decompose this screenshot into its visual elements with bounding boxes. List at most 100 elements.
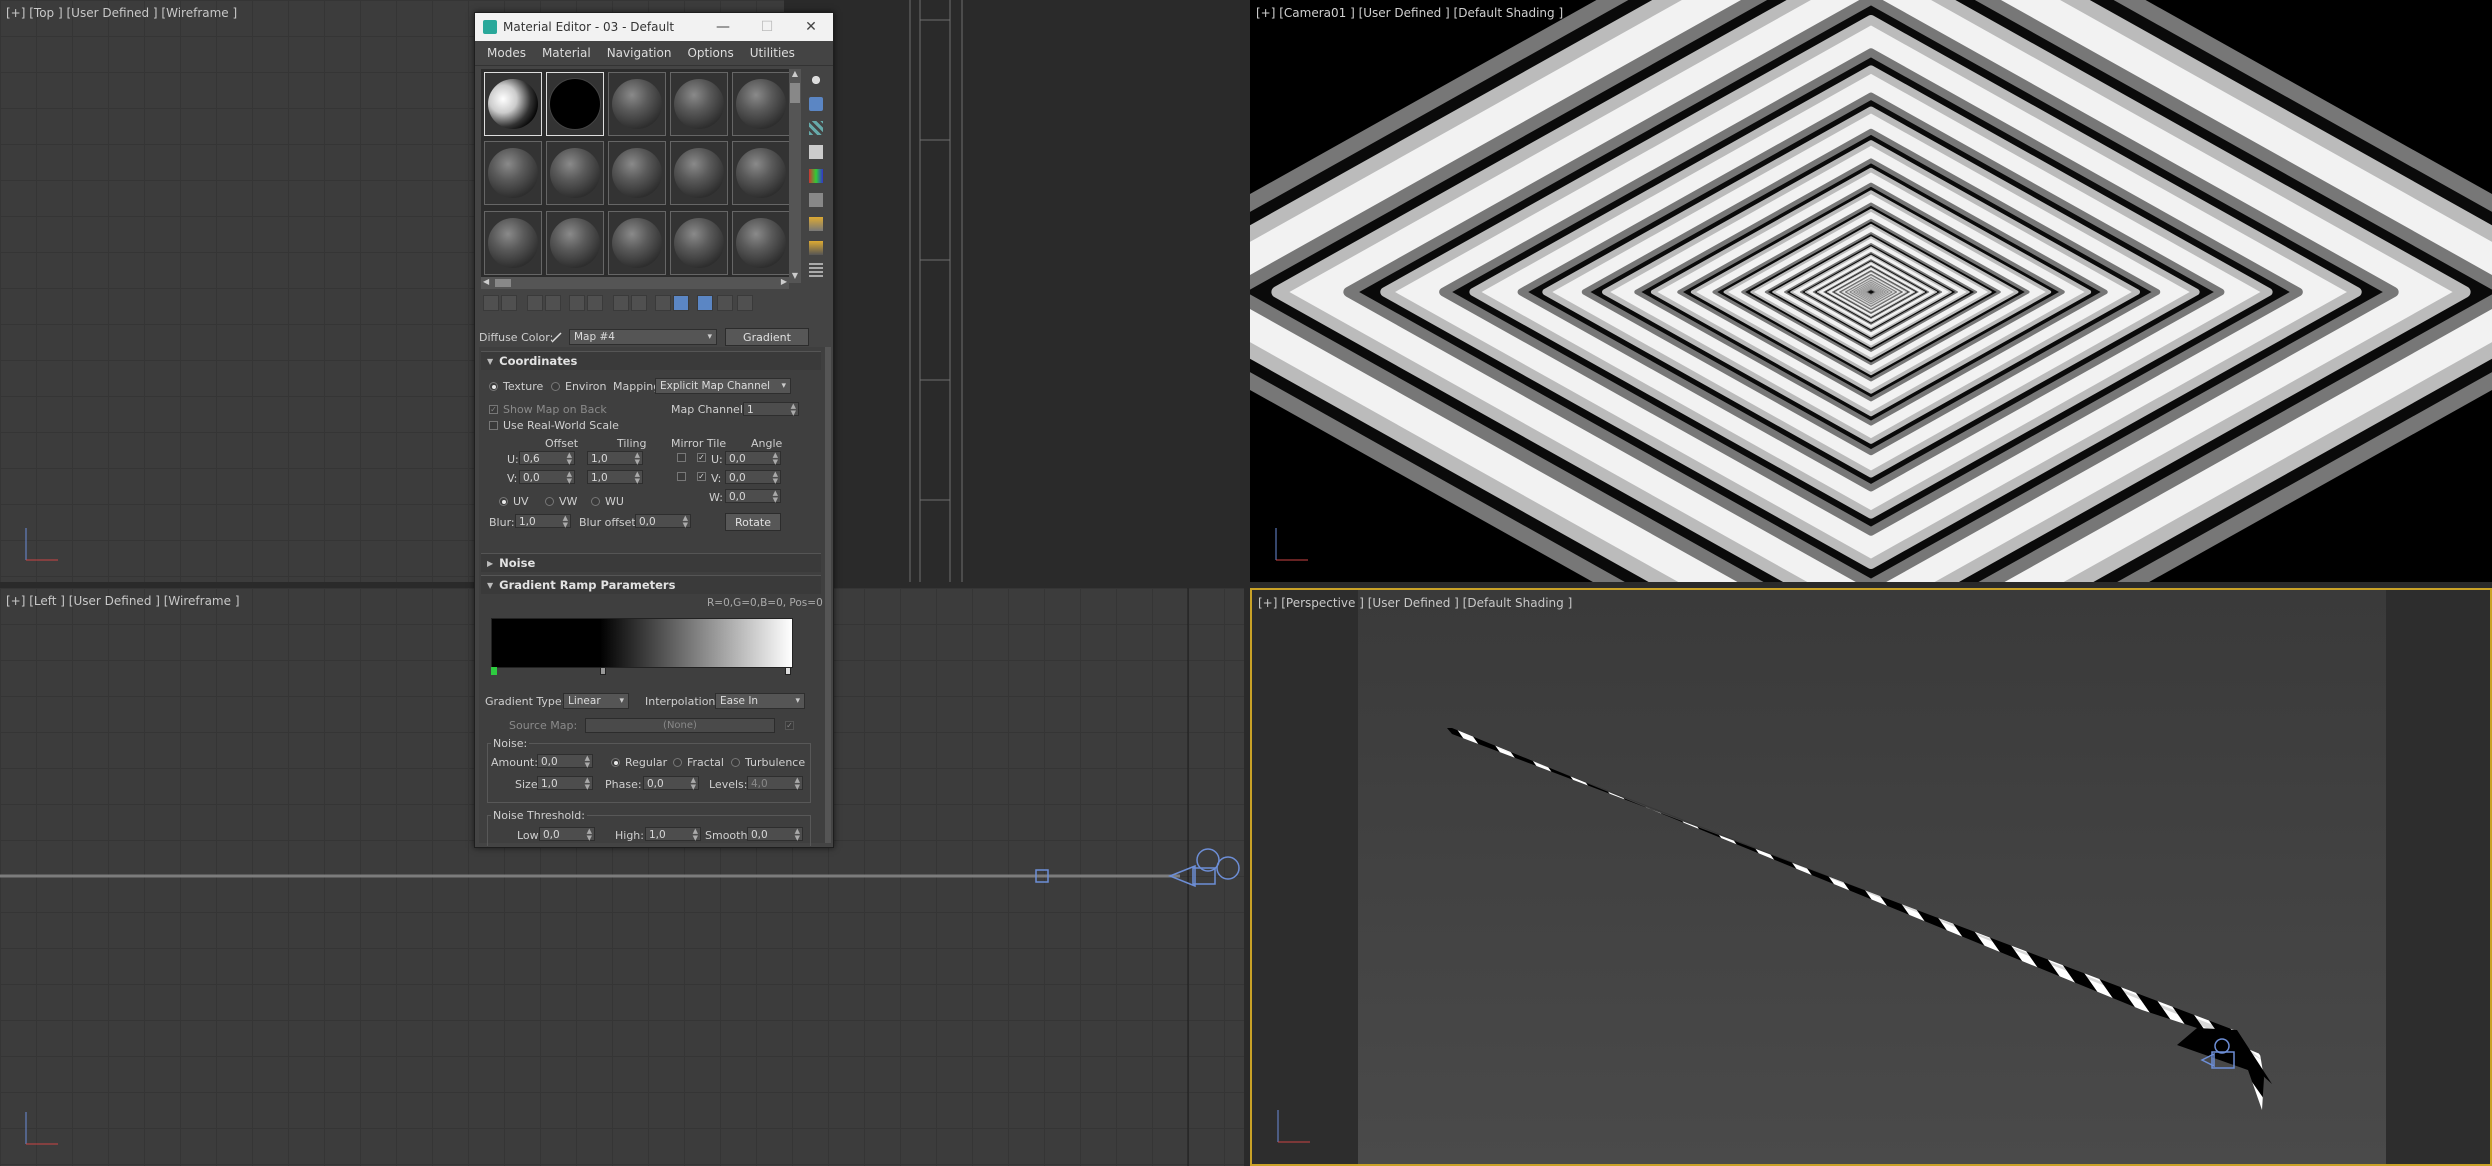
map-type-button[interactable]: Gradient Ramp — [725, 328, 809, 361]
reset-map-icon[interactable] — [545, 295, 561, 311]
w-angle-spinner[interactable]: 0,0 ▲ ▼ — [725, 489, 781, 504]
v-mirror-checkbox[interactable] — [677, 472, 686, 481]
material-id-icon[interactable] — [613, 295, 629, 311]
slots-hscroll[interactable]: ◀ ▶ — [481, 277, 789, 289]
turbulence-radio[interactable] — [731, 758, 740, 767]
scroll-up-icon[interactable]: ▲ — [789, 69, 801, 81]
source-map-checkbox[interactable]: ✓ — [785, 721, 794, 730]
sample-slot[interactable] — [608, 210, 666, 275]
noise-rollout-header[interactable]: ▶ Noise — [481, 553, 821, 572]
pick-material-icon[interactable] — [717, 295, 733, 311]
viewport-perspective-label[interactable]: [+] [Perspective ] [User Defined ] [Defa… — [1258, 596, 1572, 610]
gradient-type-dropdown[interactable]: Linear — [563, 693, 629, 709]
show-shaded-icon[interactable] — [631, 295, 647, 311]
sample-type-icon[interactable] — [809, 73, 823, 87]
levels-spinner[interactable]: 4,0 ▲ ▼ — [747, 776, 803, 791]
spinner-arrows-icon[interactable]: ▲ ▼ — [563, 515, 568, 529]
spinner-arrows-icon[interactable]: ▲ ▼ — [773, 452, 778, 466]
spinner-arrows-icon[interactable]: ▲ ▼ — [587, 828, 592, 842]
v-angle-spinner[interactable]: 0,0 ▲ ▼ — [725, 470, 781, 485]
spinner-arrows-icon[interactable]: ▲ ▼ — [773, 471, 778, 485]
sample-slot[interactable] — [670, 72, 728, 136]
amount-spinner[interactable]: 0,0 ▲ ▼ — [537, 754, 593, 769]
map-name-dropdown[interactable]: Map #4 — [569, 329, 717, 345]
close-icon[interactable]: ✕ — [789, 13, 833, 41]
map-channel-spinner[interactable]: 1 ▲ ▼ — [743, 402, 799, 417]
regular-radio[interactable] — [611, 758, 620, 767]
scroll-thumb[interactable] — [790, 83, 800, 103]
video-check-icon[interactable] — [809, 169, 823, 183]
sample-slot[interactable] — [484, 141, 542, 206]
sample-slot-1[interactable] — [484, 72, 542, 136]
gradient-ramp-rollout-header[interactable]: ▼ Gradient Ramp Parameters — [481, 575, 821, 594]
material-navigator-icon[interactable] — [809, 263, 823, 277]
v-tile-checkbox[interactable]: ✓ — [697, 472, 706, 481]
get-material-icon[interactable] — [483, 295, 499, 311]
high-spinner[interactable]: 1,0 ▲ ▼ — [645, 827, 701, 842]
menu-options[interactable]: Options — [679, 46, 741, 60]
texture-radio[interactable] — [489, 382, 498, 391]
rotate-button[interactable]: Rotate — [725, 513, 781, 531]
make-preview-icon[interactable] — [809, 193, 823, 207]
eyedropper-icon[interactable] — [551, 331, 563, 343]
spinner-arrows-icon[interactable]: ▲ ▼ — [683, 515, 688, 529]
material-map-navigator-icon[interactable] — [737, 295, 753, 311]
sample-slot[interactable] — [732, 141, 790, 206]
vw-radio[interactable] — [545, 497, 554, 506]
sample-slot[interactable] — [484, 210, 542, 275]
material-editor-window[interactable]: Material Editor - 03 - Default — ☐ ✕ Mod… — [474, 12, 834, 848]
gradient-ramp-bar[interactable] — [491, 618, 793, 668]
u-tile-checkbox[interactable]: ✓ — [697, 453, 706, 462]
interpolation-dropdown[interactable]: Ease In — [715, 693, 805, 709]
uv-radio[interactable] — [499, 497, 508, 506]
uv-tiling-icon[interactable] — [809, 145, 823, 159]
viewport-camera[interactable]: [+] [Camera01 ] [User Defined ] [Default… — [1250, 0, 2492, 582]
spinner-arrows-icon[interactable]: ▲ ▼ — [773, 490, 778, 504]
sample-slot[interactable] — [670, 210, 728, 275]
sample-slot[interactable] — [732, 210, 790, 275]
menu-modes[interactable]: Modes — [479, 46, 534, 60]
put-to-scene-icon[interactable] — [501, 295, 517, 311]
material-editor-titlebar[interactable]: Material Editor - 03 - Default — ☐ ✕ — [475, 13, 833, 41]
size-spinner[interactable]: 1,0 ▲ ▼ — [537, 776, 593, 791]
sample-slot[interactable] — [546, 141, 604, 206]
show-map-on-back-checkbox[interactable]: ✓ — [489, 405, 498, 414]
assign-to-selection-icon[interactable] — [527, 295, 543, 311]
spinner-arrows-icon[interactable]: ▲ ▼ — [585, 755, 590, 769]
spinner-arrows-icon[interactable]: ▲ ▼ — [567, 452, 572, 466]
sample-slot[interactable] — [670, 141, 728, 206]
minimize-icon[interactable]: — — [701, 13, 745, 41]
u-angle-spinner[interactable]: 0,0 ▲ ▼ — [725, 451, 781, 466]
select-by-material-icon[interactable] — [809, 241, 823, 255]
scroll-down-icon[interactable]: ▼ — [789, 271, 801, 283]
menu-navigation[interactable]: Navigation — [599, 46, 680, 60]
spinner-arrows-icon[interactable]: ▲ ▼ — [585, 777, 590, 791]
viewport-camera-label[interactable]: [+] [Camera01 ] [User Defined ] [Default… — [1256, 6, 1563, 20]
ramp-flag-end[interactable] — [785, 667, 791, 675]
scroll-left-icon[interactable]: ◀ — [483, 277, 489, 286]
options-icon[interactable] — [809, 217, 823, 231]
put-to-library-icon[interactable] — [587, 295, 603, 311]
viewport-top-label[interactable]: [+] [Top ] [User Defined ] [Wireframe ] — [6, 6, 237, 20]
fractal-radio[interactable] — [673, 758, 682, 767]
spinner-arrows-icon[interactable]: ▲ ▼ — [791, 403, 796, 417]
wu-radio[interactable] — [591, 497, 600, 506]
spinner-arrows-icon[interactable]: ▲ ▼ — [567, 471, 572, 485]
coordinates-rollout-header[interactable]: ▼ Coordinates — [481, 351, 821, 370]
background-icon[interactable] — [809, 121, 823, 135]
sample-slot[interactable] — [608, 72, 666, 136]
low-spinner[interactable]: 0,0 ▲ ▼ — [539, 827, 595, 842]
viewport-perspective[interactable]: [+] [Perspective ] [User Defined ] [Defa… — [1250, 588, 2492, 1166]
u-tiling-spinner[interactable]: 1,0 ▲ ▼ — [587, 451, 643, 466]
maximize-icon[interactable]: ☐ — [745, 13, 789, 41]
mapping-dropdown[interactable]: Explicit Map Channel — [655, 378, 791, 394]
smooth-spinner[interactable]: 0,0 ▲ ▼ — [747, 827, 803, 842]
menu-material[interactable]: Material — [534, 46, 599, 60]
make-unique-icon[interactable] — [569, 295, 585, 311]
u-mirror-checkbox[interactable] — [677, 453, 686, 462]
sample-slot[interactable] — [546, 210, 604, 275]
blur-offset-spinner[interactable]: 0,0 ▲ ▼ — [635, 514, 691, 529]
sample-slot[interactable] — [732, 72, 790, 136]
slots-vscroll[interactable]: ▲ ▼ — [789, 69, 801, 283]
spinner-arrows-icon[interactable]: ▲ ▼ — [795, 777, 800, 791]
